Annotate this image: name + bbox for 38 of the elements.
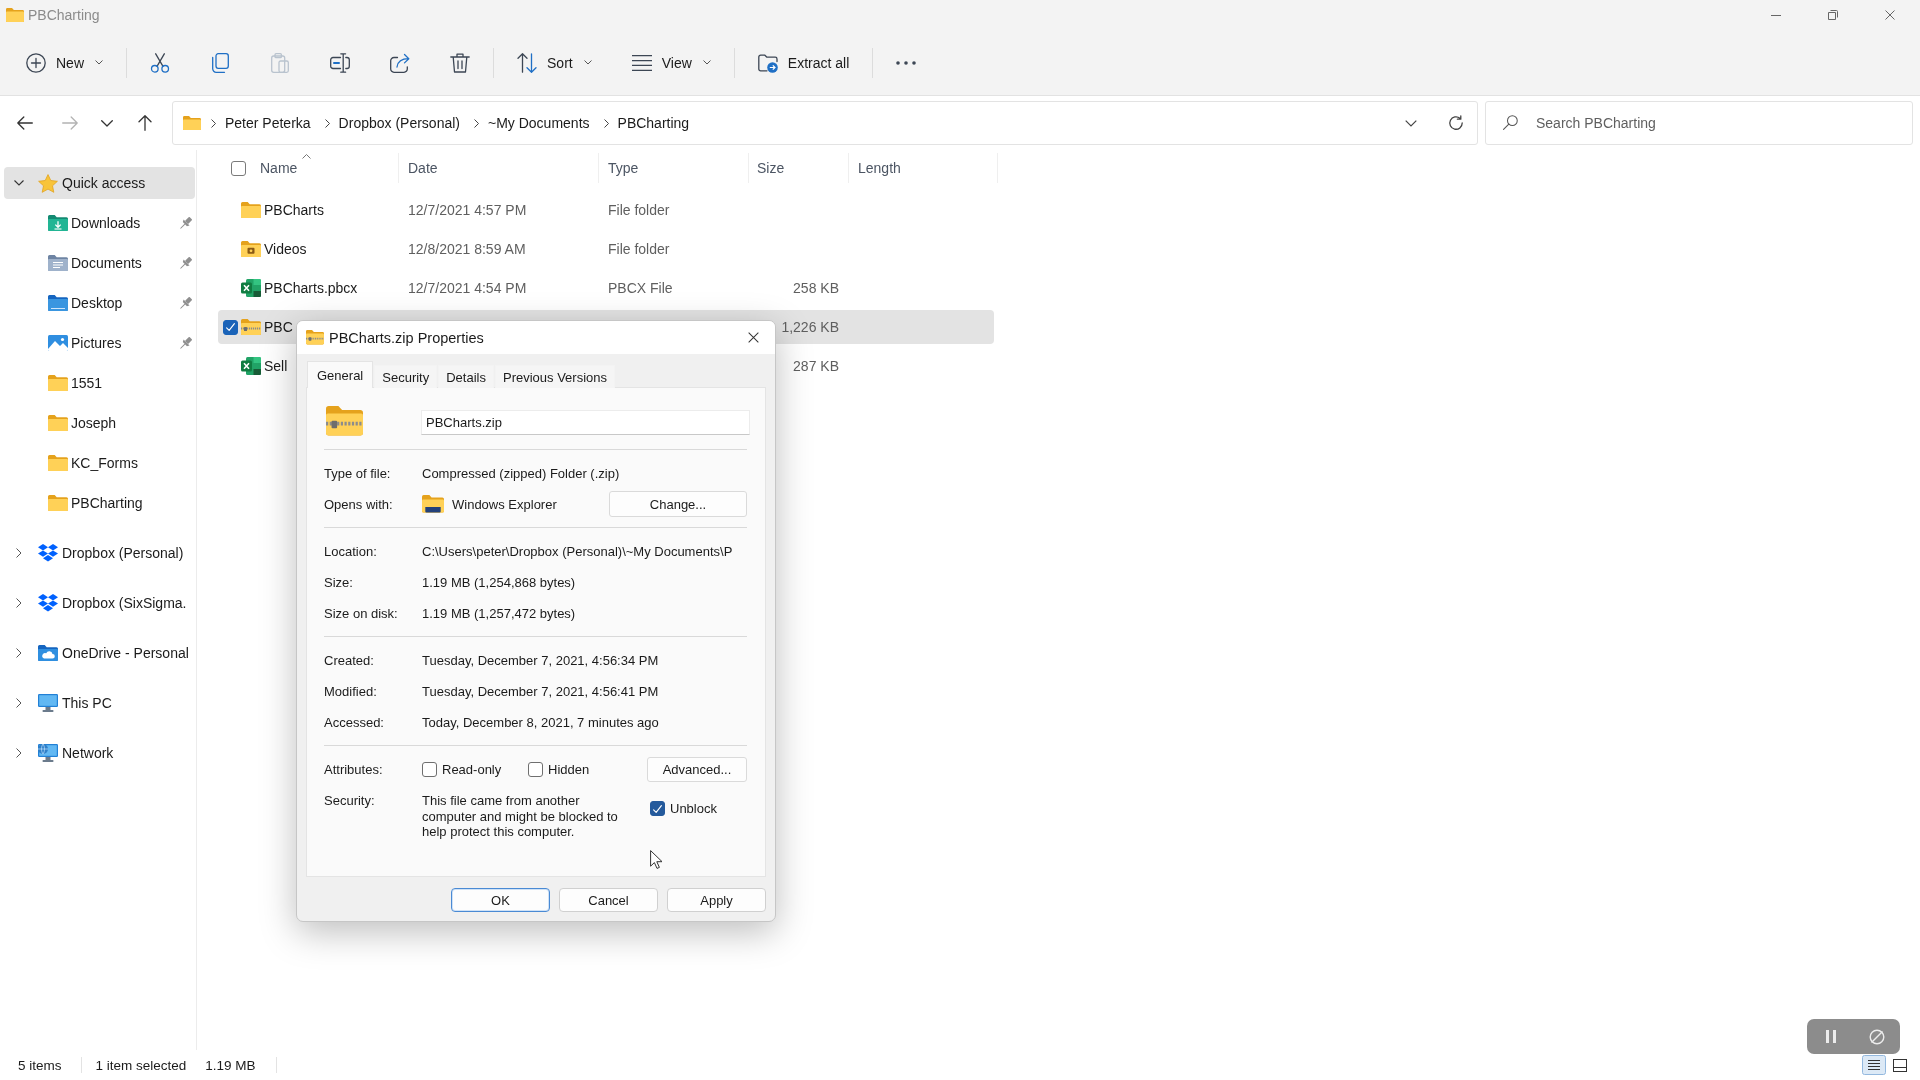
window-title: PBCharting	[28, 7, 100, 23]
property-label: Type of file:	[324, 465, 392, 481]
property-label: Attributes:	[324, 761, 384, 777]
file-date: 12/7/2021 4:57 PM	[408, 202, 527, 218]
property-value: Tuesday, December 7, 2021, 4:56:34 PM	[422, 652, 660, 668]
property-label: Location:	[324, 543, 378, 559]
property-value: Compressed (zipped) Folder (.zip)	[422, 465, 621, 481]
property-value: C:\Users\peter\Dropbox (Personal)\~My Documents\P	[422, 543, 734, 559]
property-value: 1.19 MB (1,257,472 bytes)	[422, 605, 577, 621]
property-value: Tuesday, December 7, 2021, 4:56:41 PM	[422, 683, 660, 699]
file-type: File folder	[608, 241, 670, 257]
property-label: Size:	[324, 574, 354, 590]
dialog-title: PBCharts.zip Properties	[329, 329, 484, 346]
property-label: Size on disk:	[324, 605, 399, 621]
selection-size: 1.19 MB	[205, 1057, 256, 1073]
file-type: PBCX File	[608, 280, 673, 296]
file-date: 12/7/2021 4:54 PM	[408, 280, 527, 296]
property-value: Windows Explorer	[452, 496, 557, 512]
file-size: 258 KB	[793, 280, 839, 296]
file-type: File folder	[608, 202, 670, 218]
property-label: Opens with:	[324, 496, 394, 512]
property-label: Security:	[324, 793, 376, 809]
property-value: 1.19 MB (1,254,868 bytes)	[422, 574, 577, 590]
security-note: This file came from another computer and might be blocked to help protect this computer.	[422, 793, 619, 840]
selection-count: 1 item selected	[95, 1057, 187, 1073]
file-size: 1,226 KB	[781, 319, 839, 335]
file-name: Videos	[264, 241, 307, 257]
property-value: Today, December 8, 2021, 7 minutes ago	[422, 714, 660, 730]
file-size: 287 KB	[793, 358, 839, 374]
file-name: Sell	[264, 358, 288, 374]
file-name: PBC	[264, 319, 293, 335]
property-label: Modified:	[324, 683, 378, 699]
property-label: Accessed:	[324, 714, 385, 730]
property-label: Created:	[324, 652, 375, 668]
item-count: 5 items	[18, 1057, 62, 1073]
file-date: 12/8/2021 8:59 AM	[408, 241, 526, 257]
file-name: PBCharts	[264, 202, 324, 218]
file-name: PBCharts.pbcx	[264, 280, 358, 296]
